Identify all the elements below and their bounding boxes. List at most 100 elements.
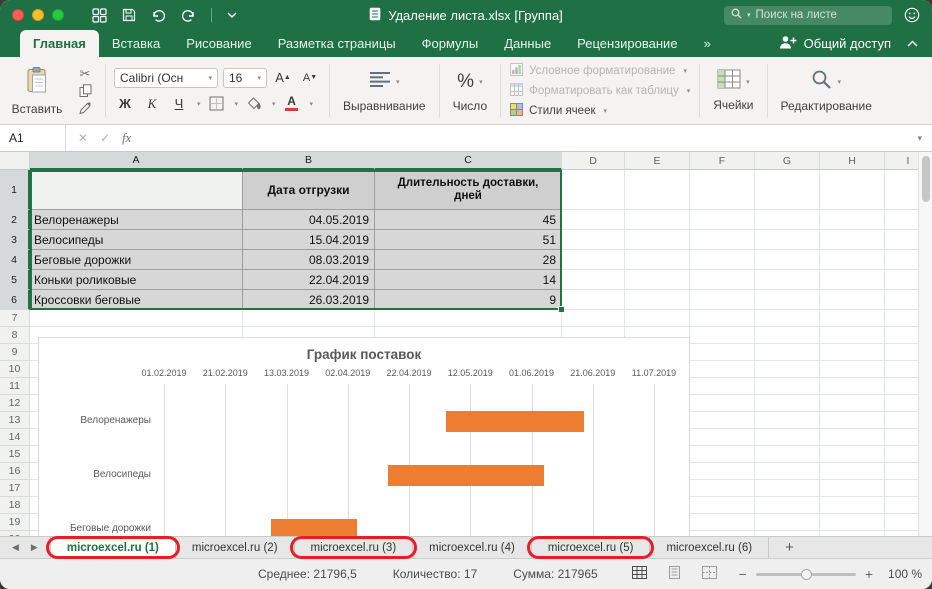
cell-H15[interactable] [820,446,885,463]
ribbon-tab-Рисование[interactable]: Рисование [173,30,264,57]
chart-bar-Велосипеды[interactable] [388,465,544,486]
cell-F14[interactable] [690,429,755,446]
cell-A1[interactable] [30,170,243,210]
ribbon-tab-Вставка[interactable]: Вставка [99,30,173,57]
redo-icon[interactable] [181,9,196,22]
cell-G12[interactable] [755,395,820,412]
cell-B6[interactable]: 26.03.2019 [243,290,375,310]
view-switcher-icon[interactable] [92,8,107,23]
cell-H14[interactable] [820,429,885,446]
sheet-tab-microexcel.ru (4)[interactable]: microexcel.ru (4) [413,537,532,558]
decrease-font-button[interactable]: A▼ [299,68,321,88]
cell-B4[interactable]: 08.03.2019 [243,250,375,270]
cell-F13[interactable] [690,412,755,429]
row-header-14[interactable]: 14 [0,429,30,446]
format-painter-button[interactable] [79,100,92,116]
cell-A3[interactable]: Велосипеды [30,230,243,250]
feedback-smiley-icon[interactable] [904,7,920,23]
cell-G10[interactable] [755,361,820,378]
cell-D2[interactable] [562,210,625,230]
number-group[interactable]: %▾ Число [445,61,496,120]
ribbon-tab-Рецензирование[interactable]: Рецензирование [564,30,690,57]
cell-G13[interactable] [755,412,820,429]
cell-H5[interactable] [820,270,885,290]
zoom-slider[interactable] [756,573,856,576]
row-header-18[interactable]: 18 [0,497,30,514]
cell-E3[interactable] [625,230,690,250]
cell-D1[interactable] [562,170,625,210]
normal-view-icon[interactable] [632,566,647,582]
cell-G2[interactable] [755,210,820,230]
cells-group[interactable]: ▾ Ячейки [705,61,761,120]
cell-G11[interactable] [755,378,820,395]
cell-A7[interactable] [30,310,243,327]
toolbar-more-chevron-icon[interactable] [227,12,237,18]
borders-caret-icon[interactable]: ▾ [235,100,239,108]
conditional-formatting-button[interactable]: Условное форматирование ▾ [510,63,687,79]
save-icon[interactable] [122,8,136,22]
editing-group[interactable]: ▾ Редактирование [773,61,880,120]
cell-C2[interactable]: 45 [375,210,562,230]
cell-H8[interactable] [820,327,885,344]
row-header-8[interactable]: 8 [0,327,30,344]
cell-F12[interactable] [690,395,755,412]
cell-C6[interactable]: 9 [375,290,562,310]
cell-B1[interactable]: Дата отгрузки [243,170,375,210]
undo-icon[interactable] [151,9,166,22]
ribbon-tab-Разметка страницы[interactable]: Разметка страницы [265,30,409,57]
column-header-F[interactable]: F [690,152,755,170]
cell-F7[interactable] [690,310,755,327]
italic-button[interactable]: К [141,94,163,114]
row-header-12[interactable]: 12 [0,395,30,412]
close-button[interactable] [12,9,24,21]
sheet-tab-microexcel.ru (2)[interactable]: microexcel.ru (2) [176,537,295,558]
cell-C7[interactable] [375,310,562,327]
cell-D5[interactable] [562,270,625,290]
sheet-tab-microexcel.ru (3)[interactable]: microexcel.ru (3) [295,537,414,558]
share-button[interactable]: Общий доступ [779,30,897,57]
name-box[interactable]: A1 [0,125,66,151]
underline-button[interactable]: Ч [168,94,190,114]
cell-F8[interactable] [690,327,755,344]
cell-G6[interactable] [755,290,820,310]
cell-E1[interactable] [625,170,690,210]
cell-H18[interactable] [820,497,885,514]
collapse-ribbon-chevron-icon[interactable] [897,30,932,57]
fill-caret-icon[interactable]: ▾ [272,100,276,108]
insert-function-icon[interactable]: fx [122,131,131,146]
ribbon-tab-Формулы[interactable]: Формулы [409,30,492,57]
cell-E5[interactable] [625,270,690,290]
cell-G9[interactable] [755,344,820,361]
row-header-15[interactable]: 15 [0,446,30,463]
zoom-out-icon[interactable]: − [739,566,747,582]
sheet-tab-microexcel.ru (1)[interactable]: microexcel.ru (1) [50,537,176,558]
row-header-16[interactable]: 16 [0,463,30,480]
fill-color-button[interactable] [243,94,265,114]
column-header-D[interactable]: D [562,152,625,170]
cell-A4[interactable]: Беговые дорожки [30,250,243,270]
column-header-G[interactable]: G [755,152,820,170]
font-name-select[interactable]: Calibri (Осн▾ [114,68,218,88]
cell-C1[interactable]: Длительность доставки, дней [375,170,562,210]
cell-F1[interactable] [690,170,755,210]
cell-H11[interactable] [820,378,885,395]
cell-H10[interactable] [820,361,885,378]
paste-button[interactable]: Вставить [8,66,66,116]
row-header-6[interactable]: 6 [0,290,30,310]
cell-F19[interactable] [690,514,755,531]
row-header-10[interactable]: 10 [0,361,30,378]
selection-fill-handle[interactable] [558,306,565,313]
cell-H6[interactable] [820,290,885,310]
cell-C5[interactable]: 14 [375,270,562,290]
cell-G18[interactable] [755,497,820,514]
cell-E4[interactable] [625,250,690,270]
formula-bar-expand-icon[interactable]: ▾ [907,133,932,144]
scrollbar-thumb[interactable] [922,156,930,202]
alignment-group[interactable]: ▾ Выравнивание [335,61,434,120]
chart-bar-Велоренажеры[interactable] [446,411,584,432]
cell-F9[interactable] [690,344,755,361]
format-as-table-button[interactable]: Форматировать как таблицу ▾ [510,83,690,99]
cell-H17[interactable] [820,480,885,497]
vertical-scrollbar[interactable] [918,152,932,536]
cell-A6[interactable]: Кроссовки беговые [30,290,243,310]
